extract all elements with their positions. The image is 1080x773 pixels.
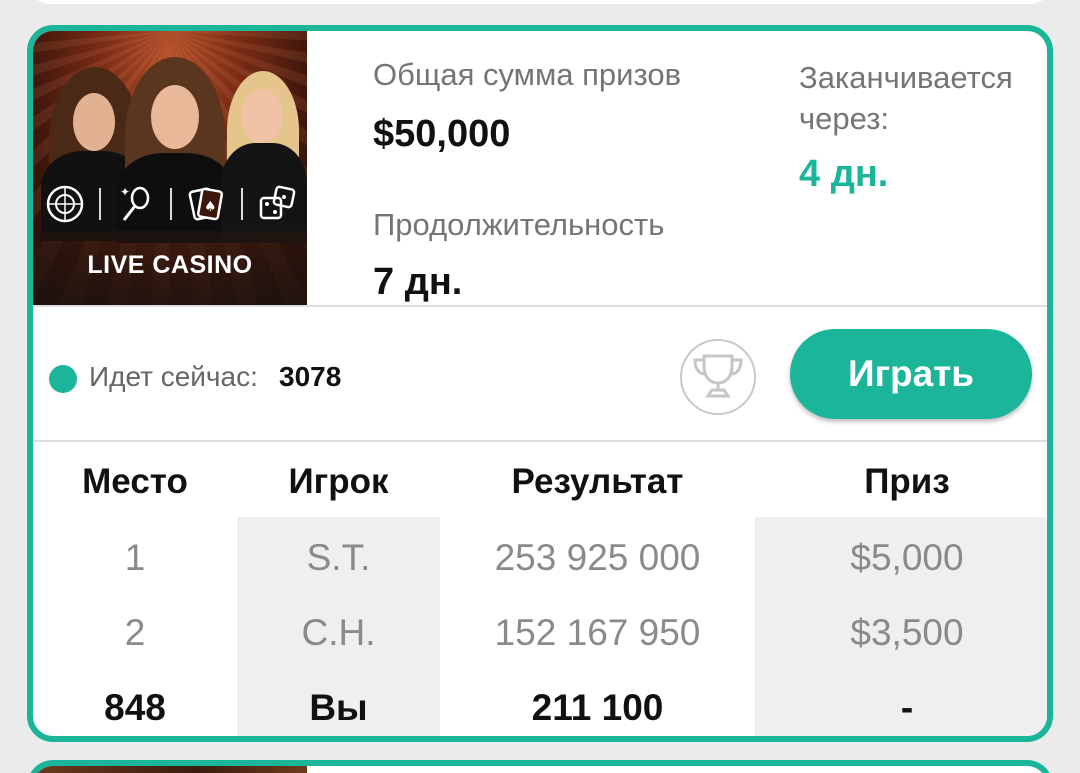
svg-text:✦: ✦ bbox=[120, 185, 130, 199]
play-button[interactable]: Играть bbox=[790, 329, 1032, 419]
tournament-card: ✦ ♠ LIVE CASINO Общая сумма призов $50,0… bbox=[27, 25, 1053, 742]
column-header-player: Игрок bbox=[288, 462, 389, 501]
dealer-face bbox=[73, 93, 115, 151]
dealer-face bbox=[151, 85, 199, 149]
next-tournament-thumbnail bbox=[33, 766, 307, 773]
player-cell: Вы bbox=[309, 687, 368, 728]
column-header-result: Результат bbox=[511, 462, 684, 501]
place-cell: 1 bbox=[124, 537, 146, 578]
live-players-label: Идет сейчас: bbox=[89, 361, 258, 392]
dice-icon bbox=[255, 182, 299, 226]
ends-in-label: Заканчивается через: bbox=[799, 60, 1013, 136]
svg-text:♠: ♠ bbox=[204, 199, 217, 215]
player-cell: S.T. bbox=[306, 537, 371, 578]
player-cell: C.H. bbox=[301, 612, 376, 653]
divider bbox=[33, 305, 1047, 307]
microphone-icon: ✦ bbox=[114, 182, 158, 226]
column-header-place: Место bbox=[82, 462, 188, 501]
duration-label: Продолжительность bbox=[373, 207, 665, 242]
prize-cell: $5,000 bbox=[850, 537, 964, 578]
result-cell: 211 100 bbox=[531, 687, 664, 728]
icon-separator bbox=[169, 188, 172, 220]
divider bbox=[33, 440, 1047, 442]
dealer-face bbox=[241, 89, 283, 143]
prize-pool-value: $50,000 bbox=[373, 113, 511, 155]
column-header-prize: Приз bbox=[864, 462, 950, 501]
cards-icon: ♠ bbox=[184, 182, 228, 226]
tournament-thumbnail[interactable]: ✦ ♠ LIVE CASINO bbox=[33, 31, 307, 305]
prize-pool-label: Общая сумма призов bbox=[373, 57, 682, 92]
result-cell: 253 925 000 bbox=[494, 537, 701, 578]
place-cell: 2 bbox=[124, 612, 146, 653]
result-cell: 152 167 950 bbox=[494, 612, 701, 653]
live-indicator-dot bbox=[49, 365, 77, 393]
place-cell: 848 bbox=[104, 687, 166, 728]
live-players-count: 3078 bbox=[279, 361, 342, 392]
ends-in-value: 4 дн. bbox=[799, 153, 889, 195]
prize-cell: - bbox=[900, 687, 914, 728]
prize-cell: $3,500 bbox=[850, 612, 964, 653]
roulette-icon bbox=[43, 182, 87, 226]
trophy-button[interactable] bbox=[680, 339, 756, 415]
next-tournament-card[interactable] bbox=[27, 760, 1053, 773]
icon-separator bbox=[240, 188, 243, 220]
game-icons-row: ✦ ♠ bbox=[43, 181, 299, 227]
previous-card-edge bbox=[28, 0, 1052, 4]
icon-separator bbox=[99, 188, 102, 220]
duration-value: 7 дн. bbox=[373, 261, 463, 303]
thumbnail-label: LIVE CASINO bbox=[87, 251, 253, 279]
trophy-icon bbox=[690, 350, 746, 405]
